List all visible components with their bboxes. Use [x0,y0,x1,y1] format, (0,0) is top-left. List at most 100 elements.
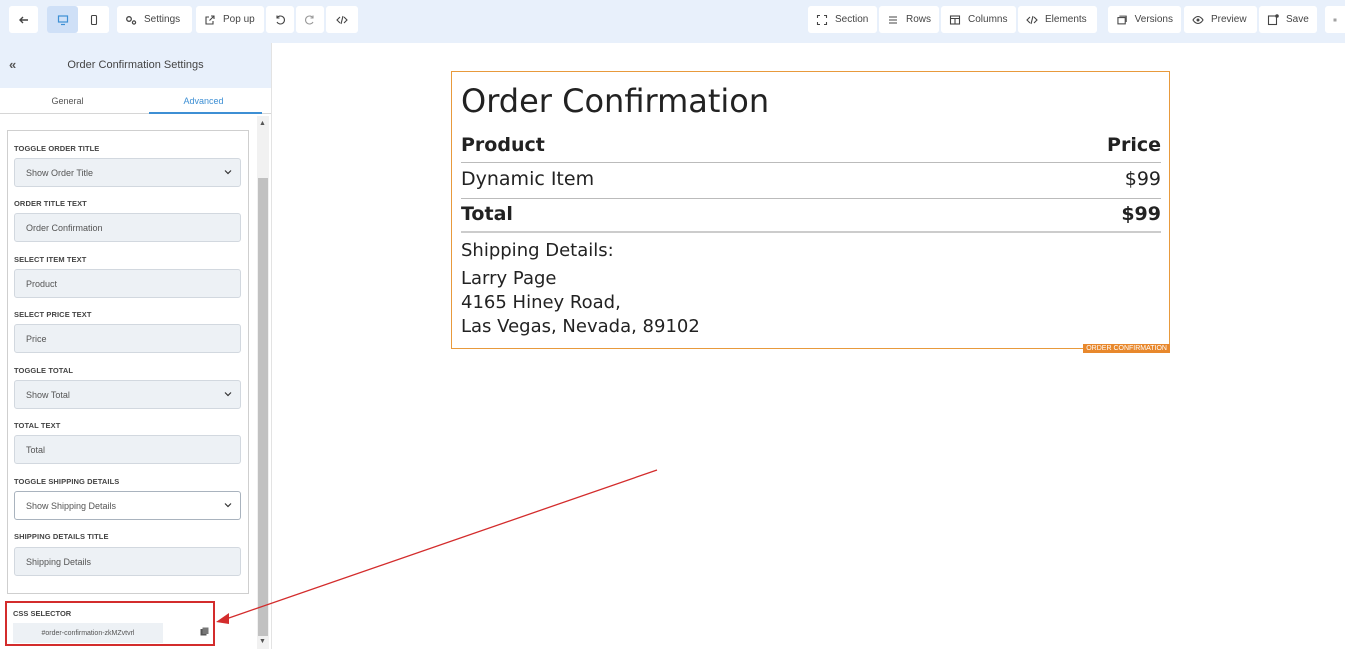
versions-icon [1117,15,1127,24]
gears-icon [126,15,137,25]
scroll-up-arrow[interactable]: ▲ [259,120,266,127]
shipping-street: 4165 Hiney Road, [461,292,621,313]
price-header: Price [1107,134,1161,156]
code-icon [336,15,348,24]
code-icon [1026,15,1038,24]
item-name: Dynamic Item [461,168,595,190]
input-value: Price [26,333,47,344]
chevron-down-icon [224,503,232,508]
expand-icon [816,14,828,25]
desktop-icon [57,14,68,25]
select-value: Show Order Title [26,167,94,178]
popup-button[interactable]: Pop up [196,6,264,33]
apps-button[interactable] [1325,6,1345,33]
divider [461,198,1161,199]
total-text-input[interactable]: Total [14,435,241,464]
section-label: Section [835,14,869,25]
css-selector-section: CSS SELECTOR #order-confirmation-zkMZvtv… [5,601,215,646]
top-toolbar: Settings Pop up Section Rows Columns Ele… [0,0,1345,43]
toggle-total-select[interactable]: Show Total [14,380,241,409]
versions-button[interactable]: Versions [1108,6,1181,33]
toggle-order-title-select[interactable]: Show Order Title [14,158,241,187]
redo-button[interactable] [296,6,324,33]
external-link-icon [205,14,215,25]
undo-icon [276,15,285,24]
preview-label: Preview [1211,14,1247,25]
collapse-sidebar-icon[interactable]: « [9,57,16,72]
preview-button[interactable]: Preview [1184,6,1257,33]
product-header: Product [461,134,545,156]
shipping-city: Las Vegas, Nevada, 89102 [461,316,700,337]
field-label: TOGGLE TOTAL [14,366,74,375]
css-selector-value[interactable]: #order-confirmation-zkMZvtvrl [13,623,163,643]
field-label: ORDER TITLE TEXT [14,199,87,208]
order-title: Order Confirmation [461,82,770,120]
rows-icon [888,15,897,24]
versions-label: Versions [1134,14,1173,25]
save-icon [1267,13,1279,25]
columns-icon [949,14,961,25]
field-label: SELECT PRICE TEXT [14,310,92,319]
sidebar-scrollbar[interactable]: ▲ ▼ [257,116,269,649]
field-label: SELECT ITEM TEXT [14,255,87,264]
eye-icon [1192,15,1204,24]
settings-panel: TOGGLE ORDER TITLE Show Order Title ORDE… [7,130,249,594]
popup-label: Pop up [223,14,255,25]
elements-label: Elements [1045,14,1087,25]
field-label: TOGGLE ORDER TITLE [14,144,100,153]
mobile-icon [90,14,98,25]
save-button[interactable]: Save [1259,6,1317,33]
select-item-text-input[interactable]: Product [14,269,241,298]
order-title-text-input[interactable]: Order Confirmation [14,213,241,242]
select-value: Show Shipping Details [26,500,117,511]
chevron-down-icon [224,392,232,397]
copy-icon[interactable] [200,627,209,636]
rows-button[interactable]: Rows [879,6,939,33]
shipping-details-title-input[interactable]: Shipping Details [14,547,241,576]
section-button[interactable]: Section [808,6,877,33]
arrow-left-icon [18,16,28,23]
input-value: Product [26,278,58,289]
save-label: Save [1286,14,1309,25]
sidebar-title: Order Confirmation Settings [67,59,204,71]
tab-general[interactable]: General [0,96,135,106]
shipping-name: Larry Page [461,268,557,289]
field-label: TOGGLE SHIPPING DETAILS [14,477,120,486]
css-selector-label: CSS SELECTOR [13,609,72,618]
sidebar-header: Order Confirmation Settings « [0,43,271,88]
item-price: $99 [1124,168,1161,190]
total-value: $99 [1121,203,1161,225]
scroll-thumb[interactable] [258,178,268,636]
field-label: TOTAL TEXT [14,421,61,430]
select-value: Show Total [26,389,70,400]
element-tag: ORDER CONFIRMATION [1083,344,1170,353]
select-price-text-input[interactable]: Price [14,324,241,353]
input-value: Total [26,444,46,455]
back-button[interactable] [9,6,38,33]
undo-button[interactable] [266,6,294,33]
mobile-view-button[interactable] [79,6,109,33]
desktop-view-button[interactable] [47,6,78,33]
columns-button[interactable]: Columns [941,6,1016,33]
redo-icon [305,15,314,24]
tab-advanced[interactable]: Advanced [136,96,271,106]
order-total-row: Total $99 [461,203,1161,225]
toggle-shipping-details-select[interactable]: Show Shipping Details [14,491,241,520]
order-confirmation-element[interactable]: Order Confirmation Product Price Dynamic… [451,71,1170,353]
settings-button[interactable]: Settings [117,6,192,33]
shipping-title: Shipping Details: [461,240,614,261]
order-header-row: Product Price [461,134,1161,156]
rows-label: Rows [905,14,931,25]
divider [461,231,1161,233]
elements-button[interactable]: Elements [1018,6,1097,33]
scroll-down-arrow[interactable]: ▼ [259,638,266,645]
input-value: Order Confirmation [26,222,103,233]
code-button[interactable] [326,6,358,33]
grid-icon [1333,18,1337,21]
order-item-row: Dynamic Item $99 [461,168,1161,190]
input-value: Shipping Details [26,556,92,567]
field-label: SHIPPING DETAILS TITLE [14,532,109,541]
chevron-down-icon [224,170,232,175]
sidebar-tabs: General Advanced [0,88,271,114]
divider [461,162,1161,163]
